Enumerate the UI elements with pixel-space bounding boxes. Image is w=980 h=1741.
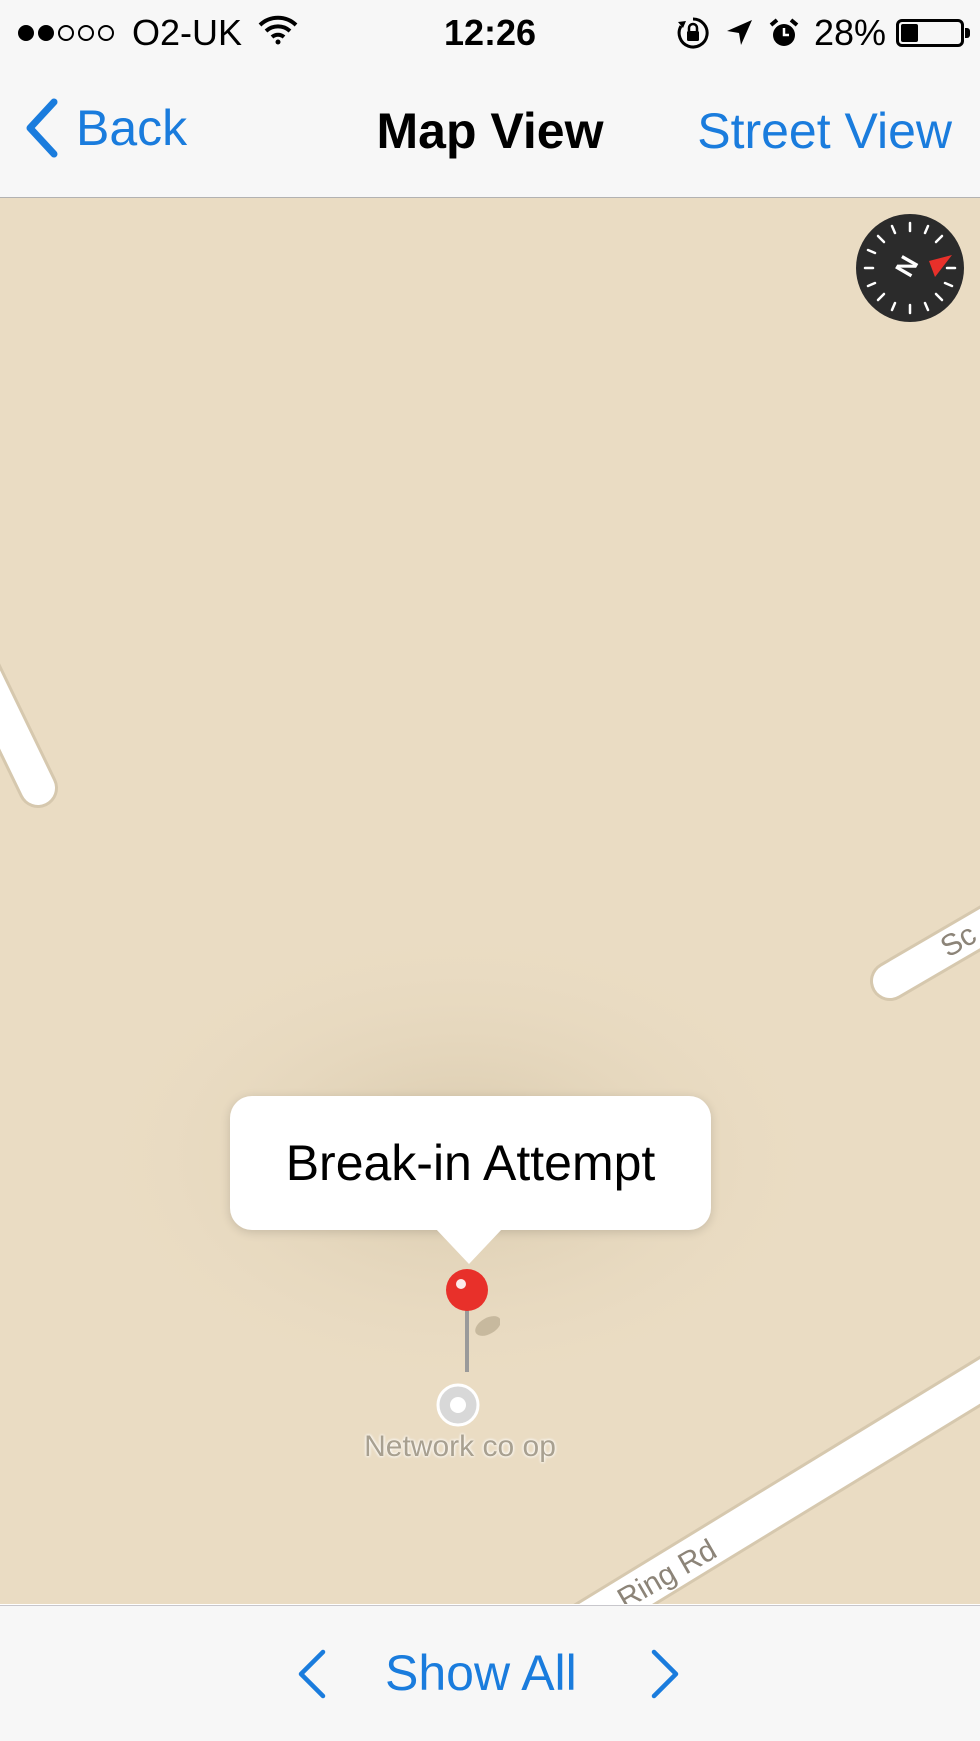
road-left [0, 670, 55, 805]
annotation-callout[interactable]: Break-in Attempt [230, 1096, 711, 1264]
street-view-button[interactable]: Street View [697, 102, 952, 160]
back-label: Back [76, 100, 188, 156]
navigation-bar: Back Map View Street View [0, 64, 980, 198]
poi-label[interactable]: Network co op [300, 1430, 620, 1464]
road-label-ring-rd: Ring Rd [612, 1533, 722, 1604]
battery-percent: 28% [813, 12, 886, 53]
rotation-lock-icon [676, 16, 710, 50]
location-arrow-icon [724, 18, 754, 48]
show-all-button[interactable]: Show All [385, 1644, 577, 1702]
compass-icon[interactable]: N [855, 213, 965, 323]
map-pin-icon[interactable] [440, 1268, 500, 1378]
status-bar: O2-UK 12:26 28% [0, 0, 980, 64]
map-roads: Sc Ring Rd [0, 663, 980, 1604]
chevron-left-icon [26, 98, 58, 158]
poi-marker-icon[interactable] [436, 1383, 480, 1427]
callout-title: Break-in Attempt [285, 1135, 656, 1191]
alarm-icon [768, 17, 800, 49]
chevron-right-icon[interactable] [648, 1648, 682, 1700]
bottom-toolbar: Show All [0, 1605, 980, 1741]
map-view[interactable]: Sc Ring Rd N Break-in Attempt Network co… [0, 198, 980, 1604]
battery-icon [896, 19, 970, 47]
callout-tail [435, 1228, 503, 1264]
chevron-left-icon[interactable] [295, 1648, 329, 1700]
status-right: 28% [662, 12, 970, 54]
back-button[interactable]: Back [24, 98, 187, 158]
road-ring-rd [579, 1359, 980, 1604]
